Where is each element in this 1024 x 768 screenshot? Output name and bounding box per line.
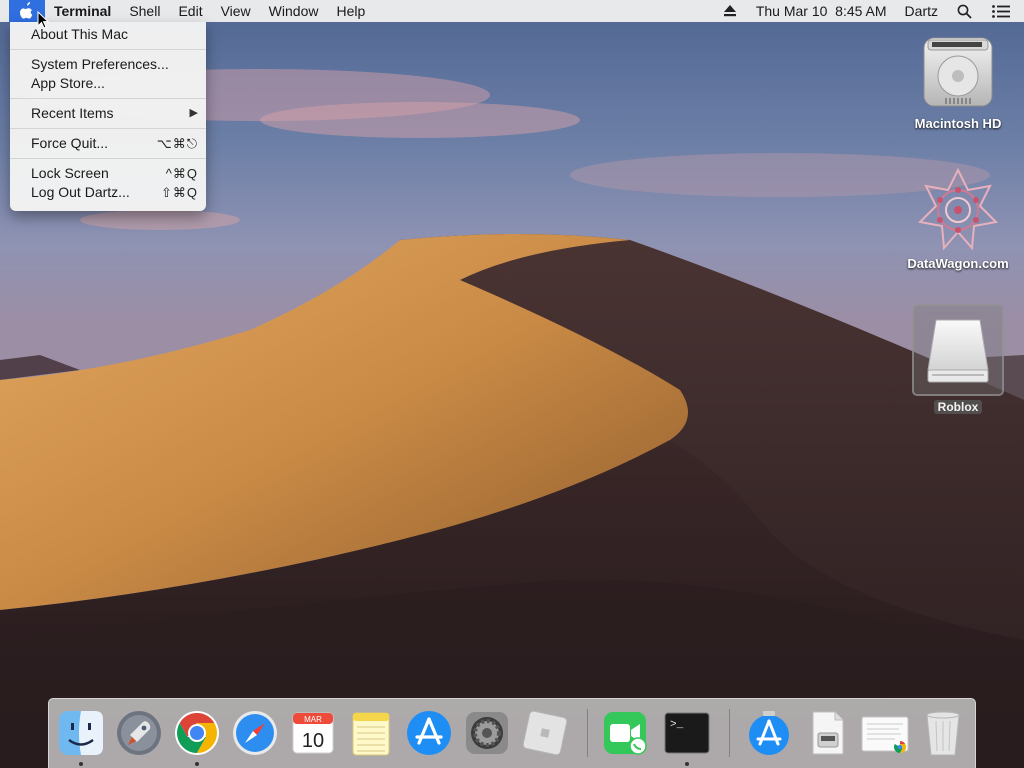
spotlight-search-icon[interactable] — [947, 0, 982, 22]
menu-shortcut: ⌥⌘⎋ — [156, 136, 198, 151]
safari-compass-icon — [233, 711, 277, 755]
apple-icon — [20, 2, 33, 19]
calendar-icon: MAR 10 — [292, 712, 334, 754]
mouse-cursor-icon — [37, 11, 49, 29]
launchpad-rocket-icon — [117, 711, 161, 755]
menu-item-label: App Store... — [31, 75, 105, 91]
dock-stack-document[interactable] — [859, 707, 911, 759]
menu-help[interactable]: Help — [327, 0, 374, 22]
menu-item-label: Force Quit... — [31, 135, 109, 151]
desktop-icon-macintosh-hd[interactable]: Macintosh HD — [903, 32, 1013, 131]
notification-center-icon[interactable] — [982, 0, 1024, 22]
facetime-icon — [604, 712, 647, 755]
menu-shortcut: ^⌘Q — [165, 166, 198, 181]
menu-item-label: Recent Items — [31, 105, 114, 121]
menu-item-label: Lock Screen — [31, 165, 109, 181]
calendar-day: 10 — [302, 730, 324, 752]
selection-highlight — [912, 304, 1004, 396]
menu-shortcut: ⇧⌘Q — [160, 185, 198, 200]
dock-app-calendar[interactable]: MAR 10 — [287, 707, 339, 759]
menu-separator — [10, 49, 206, 50]
menu-app-name[interactable]: Terminal — [45, 0, 120, 22]
menu-view[interactable]: View — [212, 0, 260, 22]
menu-item-system-preferences[interactable]: System Preferences... — [10, 55, 206, 74]
gear-icon — [466, 712, 508, 754]
menu-shell[interactable]: Shell — [120, 0, 169, 22]
dock-app-roblox[interactable] — [519, 707, 571, 759]
desktop-icon-label: Roblox — [933, 400, 983, 414]
external-drive-icon — [927, 319, 989, 383]
submenu-arrow-icon: ▶ — [189, 107, 198, 119]
dock-app-safari[interactable] — [229, 707, 281, 759]
menu-item-log-out[interactable]: Log Out Dartz... ⇧⌘Q — [10, 183, 206, 202]
terminal-icon: >_ — [664, 712, 710, 754]
dock-stack-disk-image[interactable] — [801, 707, 853, 759]
dock-app-chrome[interactable] — [171, 707, 223, 759]
menu-separator — [10, 128, 206, 129]
document-icon — [861, 716, 909, 753]
apple-menu-dropdown: About This Mac System Preferences... App… — [10, 22, 206, 211]
eject-icon[interactable] — [713, 0, 747, 22]
menu-item-force-quit[interactable]: Force Quit... ⌥⌘⎋ — [10, 134, 206, 153]
menu-separator — [10, 158, 206, 159]
running-indicator — [79, 762, 83, 766]
desktop-icon-label: Macintosh HD — [914, 116, 1002, 131]
disk-image-icon — [812, 711, 844, 755]
menu-item-recent-items[interactable]: Recent Items ▶ — [10, 104, 206, 123]
finder-icon — [59, 711, 103, 755]
dock-app-system-preferences[interactable] — [461, 707, 513, 759]
desktop-icon-datawagon[interactable]: DataWagon.com — [903, 168, 1013, 271]
dock-app-finder[interactable] — [55, 707, 107, 759]
dock-trash[interactable] — [917, 707, 969, 759]
notes-icon — [352, 712, 390, 756]
dock-separator — [587, 709, 588, 757]
menu-separator — [10, 98, 206, 99]
terminal-prompt: >_ — [670, 719, 684, 731]
datawagon-logo-icon — [917, 168, 999, 251]
app-store-downloads-icon — [749, 711, 789, 755]
menu-item-app-store[interactable]: App Store... — [10, 74, 206, 93]
dock-separator — [729, 709, 730, 757]
dock-app-notes[interactable] — [345, 707, 397, 759]
dock-stack-downloads[interactable] — [743, 707, 795, 759]
menu-edit[interactable]: Edit — [169, 0, 211, 22]
menu-clock[interactable]: Thu Mar 10 8:45 AM — [747, 0, 896, 22]
desktop-icon-roblox[interactable]: Roblox — [903, 304, 1013, 414]
dock: MAR 10 >_ — [48, 698, 976, 768]
dock-app-app-store[interactable] — [403, 707, 455, 759]
running-indicator — [195, 762, 199, 766]
menu-item-label: Log Out Dartz... — [31, 184, 130, 200]
calendar-month: MAR — [304, 715, 322, 724]
dock-app-launchpad[interactable] — [113, 707, 165, 759]
desktop-icon-label: DataWagon.com — [907, 256, 1009, 271]
menu-user[interactable]: Dartz — [896, 0, 947, 22]
menu-item-lock-screen[interactable]: Lock Screen ^⌘Q — [10, 164, 206, 183]
dock-app-terminal[interactable]: >_ — [661, 707, 713, 759]
running-indicator — [685, 762, 689, 766]
dock-app-facetime[interactable] — [599, 707, 651, 759]
chrome-icon — [175, 711, 219, 755]
app-store-icon — [407, 711, 451, 755]
hard-drive-icon — [923, 37, 993, 107]
roblox-icon — [522, 710, 568, 756]
menu-window[interactable]: Window — [260, 0, 328, 22]
menu-bar: Terminal Shell Edit View Window Help Thu… — [0, 0, 1024, 22]
trash-icon — [926, 711, 960, 756]
menu-item-label: System Preferences... — [31, 56, 169, 72]
